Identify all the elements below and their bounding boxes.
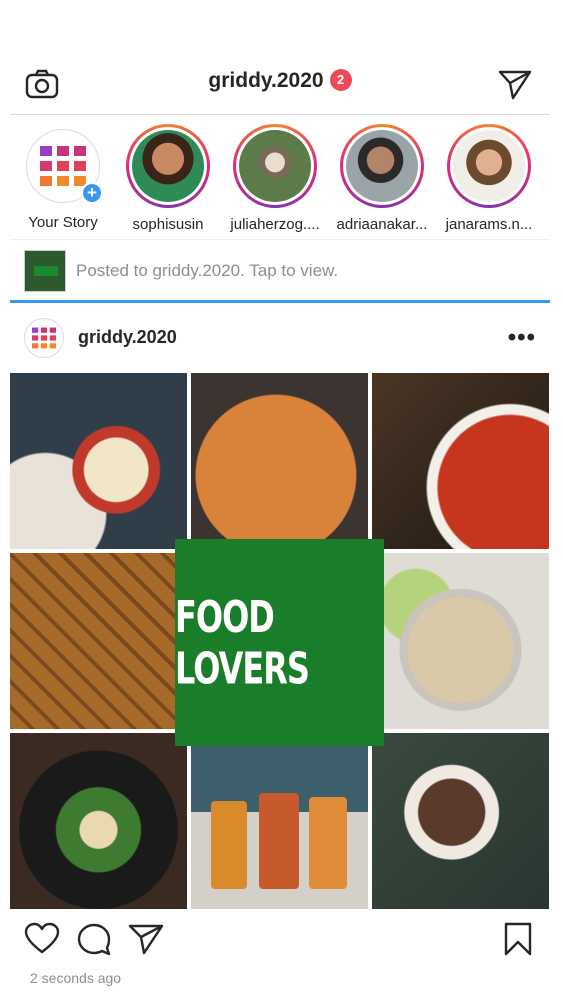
photo-curry: [372, 373, 549, 549]
story-label: juliaherzog....: [230, 216, 320, 233]
photo-fruit-bowl: [10, 373, 187, 549]
add-story-icon[interactable]: +: [81, 182, 103, 204]
photo-eggs-toast: [10, 733, 187, 909]
status-bar: [10, 0, 550, 50]
comment-icon[interactable]: [76, 921, 112, 957]
your-story-avatar: +: [26, 129, 103, 204]
story-avatar: [239, 130, 311, 202]
top-bar: griddy.2020 2: [10, 55, 550, 115]
bookmark-icon[interactable]: [500, 921, 536, 957]
story-juliaherzog[interactable]: juliaherzog....: [223, 124, 327, 233]
heart-icon[interactable]: [24, 921, 60, 957]
story-avatar: [346, 130, 418, 202]
story-label: janarams.n...: [445, 216, 533, 233]
post-image-grid[interactable]: FOOD LOVERS: [10, 373, 550, 909]
story-janarams[interactable]: janarams.n...: [437, 124, 541, 233]
story-your-story[interactable]: + Your Story: [11, 124, 115, 231]
more-options-icon[interactable]: •••: [508, 324, 536, 352]
post-author-avatar[interactable]: [24, 318, 64, 358]
post-timestamp: 2 seconds ago: [30, 970, 122, 986]
account-switcher[interactable]: griddy.2020 2: [10, 69, 550, 93]
upload-progress-bar: [10, 300, 550, 303]
story-label: adriaanakar...: [336, 216, 428, 233]
photo-waffles: [10, 553, 187, 729]
overlay-title-box: FOOD LOVERS: [175, 539, 384, 746]
direct-message-icon[interactable]: [498, 69, 532, 101]
upload-status-bar[interactable]: Posted to griddy.2020. Tap to view.: [10, 244, 550, 300]
stories-tray: + Your Story sophisusin juliaherzog.... …: [10, 120, 550, 240]
photo-pizza: [191, 373, 368, 549]
post-author-name[interactable]: griddy.2020: [78, 327, 177, 348]
instagram-screen: griddy.2020 2 + Your Story sophisusin ju…: [10, 0, 550, 1000]
story-label: Your Story: [28, 214, 98, 231]
post-header: griddy.2020 •••: [10, 310, 550, 366]
paper-plane-icon[interactable]: [128, 921, 164, 957]
photo-platter: [372, 553, 549, 729]
overlay-title: FOOD LOVERS: [175, 591, 310, 694]
post-thumbnail: [24, 250, 66, 292]
story-adriaanakar[interactable]: adriaanakar...: [330, 124, 434, 233]
story-avatar: [453, 130, 525, 202]
photo-hot-chocolate: [372, 733, 549, 909]
story-avatar: [132, 130, 204, 202]
account-name: griddy.2020: [208, 69, 324, 92]
notification-badge: 2: [329, 69, 352, 91]
post-actions: [10, 915, 550, 965]
photo-smoothies: [191, 733, 368, 909]
story-sophisusin[interactable]: sophisusin: [116, 124, 220, 233]
story-label: sophisusin: [132, 216, 204, 233]
upload-status-text: Posted to griddy.2020. Tap to view.: [76, 261, 339, 280]
